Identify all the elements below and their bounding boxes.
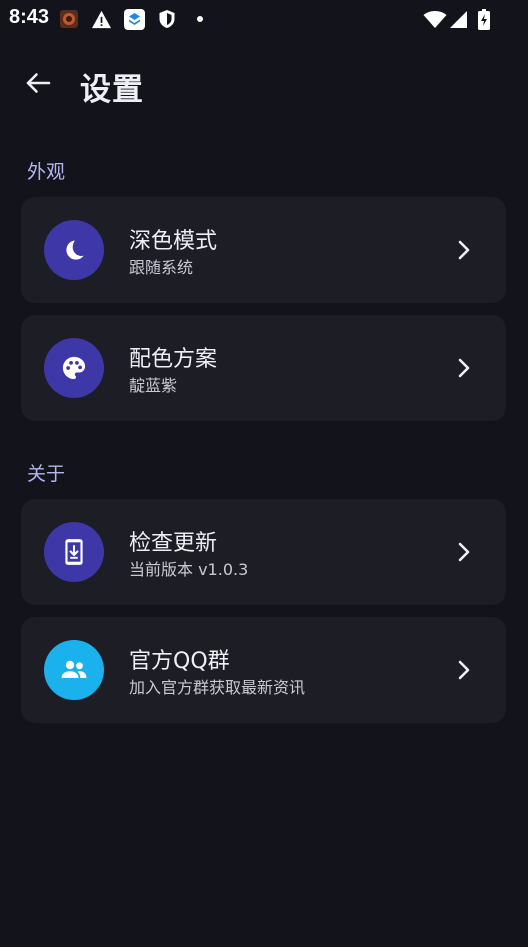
- system-update-icon: [65, 539, 83, 565]
- cell-signal-icon: [447, 8, 469, 30]
- color-scheme-title: 配色方案: [129, 347, 218, 372]
- current-version: 当前版本 v1.0.3: [129, 560, 249, 579]
- section-header-about: 关于: [27, 463, 66, 485]
- moon-icon: [66, 240, 84, 260]
- check-update-icon-circle: [44, 522, 104, 582]
- qq-group-icon-circle: [44, 640, 104, 700]
- color-scheme-value: 靛蓝紫: [129, 376, 178, 395]
- check-update-item[interactable]: 检查更新 当前版本 v1.0.3: [21, 499, 506, 605]
- color-scheme-item[interactable]: 配色方案 靛蓝紫: [21, 315, 506, 421]
- section-header-appearance: 外观: [27, 161, 66, 183]
- chevron-right-icon: [452, 356, 476, 380]
- dark-mode-item[interactable]: 深色模式 跟随系统: [21, 197, 506, 303]
- back-button[interactable]: [18, 63, 58, 103]
- page-title: 设置: [80, 72, 144, 108]
- qq-group-item[interactable]: 官方QQ群 加入官方群获取最新资讯: [21, 617, 506, 723]
- dark-mode-value: 跟随系统: [129, 258, 194, 277]
- layers-app-icon: [123, 8, 145, 30]
- app-notification-icon: [58, 8, 80, 30]
- qq-group-description: 加入官方群获取最新资讯: [129, 678, 306, 697]
- chevron-right-icon: [452, 238, 476, 262]
- notification-dot-icon: [189, 8, 211, 30]
- arrow-back-icon: [26, 73, 51, 93]
- wifi-icon: [423, 8, 447, 30]
- check-update-title: 检查更新: [129, 531, 218, 556]
- dark-mode-title: 深色模式: [129, 229, 218, 254]
- status-time: 8:43: [9, 6, 50, 28]
- palette-icon: [62, 356, 86, 380]
- shield-icon: [156, 8, 178, 30]
- chevron-right-icon: [452, 658, 476, 682]
- chevron-right-icon: [452, 540, 476, 564]
- warning-icon: [90, 8, 112, 30]
- group-icon: [61, 660, 87, 678]
- dark-mode-icon-circle: [44, 220, 104, 280]
- status-bar: 8:43: [0, 0, 528, 38]
- battery-charging-icon: [473, 8, 495, 30]
- color-scheme-icon-circle: [44, 338, 104, 398]
- qq-group-title: 官方QQ群: [129, 649, 230, 674]
